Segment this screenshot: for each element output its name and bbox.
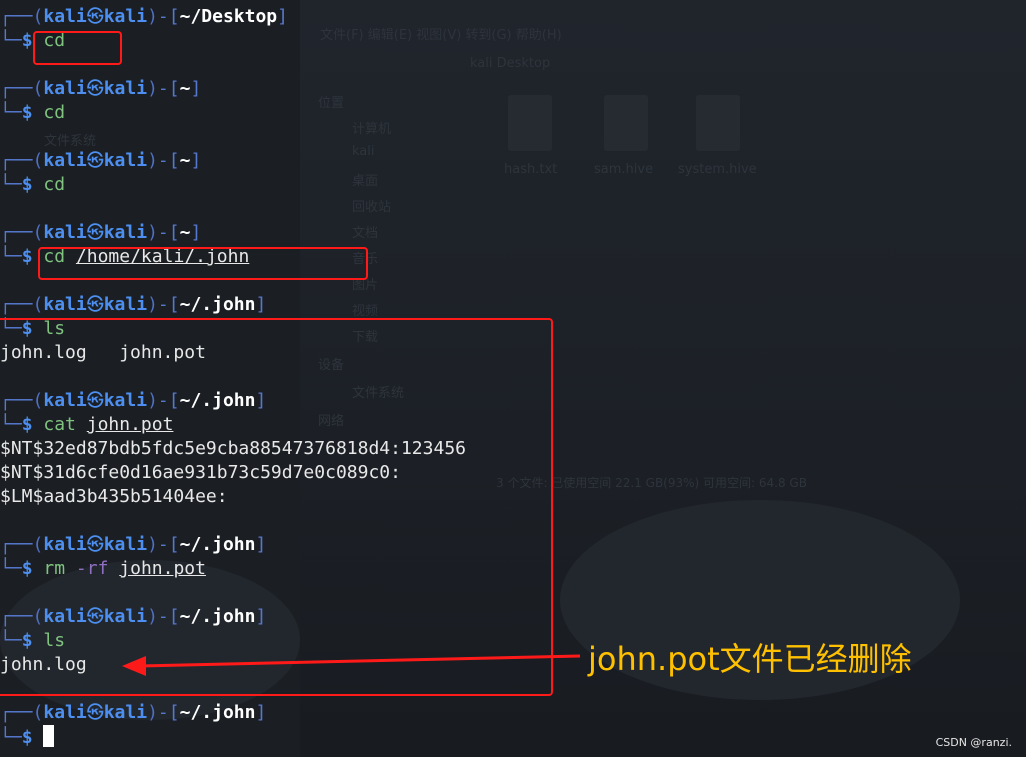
- annotation-text: john.pot文件已经删除: [588, 640, 912, 678]
- watermark: CSDN @ranzi.: [935, 736, 1012, 749]
